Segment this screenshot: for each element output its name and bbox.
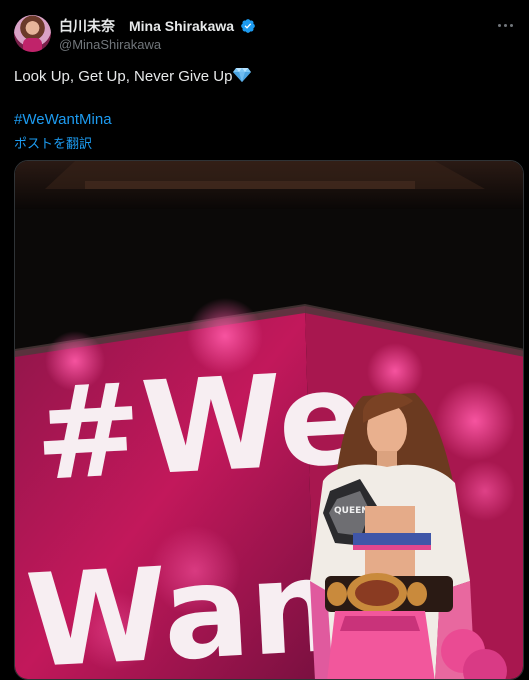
- post-media-image[interactable]: #We Want QUEEN: [14, 160, 524, 680]
- hashtag-link[interactable]: #WeWantMina: [14, 110, 112, 130]
- sign-text-we: #We: [31, 344, 369, 510]
- diamond-icon: [233, 68, 252, 82]
- verified-badge-icon: [241, 19, 255, 33]
- post-text-content: Look Up, Get Up, Never Give Up: [14, 68, 233, 85]
- display-name[interactable]: 白川未奈 Mina Shirakawa: [59, 16, 234, 36]
- media-photo: #We Want QUEEN: [15, 161, 523, 679]
- tweet: 白川未奈 Mina Shirakawa @MinaShirakawa Look …: [0, 0, 529, 680]
- post-text: Look Up, Get Up, Never Give Up: [14, 67, 252, 87]
- avatar[interactable]: [14, 15, 51, 52]
- belt-text: QUEEN: [334, 506, 369, 516]
- author-name-row[interactable]: 白川未奈 Mina Shirakawa: [59, 16, 256, 36]
- user-handle[interactable]: @MinaShirakawa: [59, 37, 161, 52]
- more-options-icon[interactable]: [494, 16, 516, 34]
- translate-post-link[interactable]: ポストを翻訳: [14, 133, 92, 152]
